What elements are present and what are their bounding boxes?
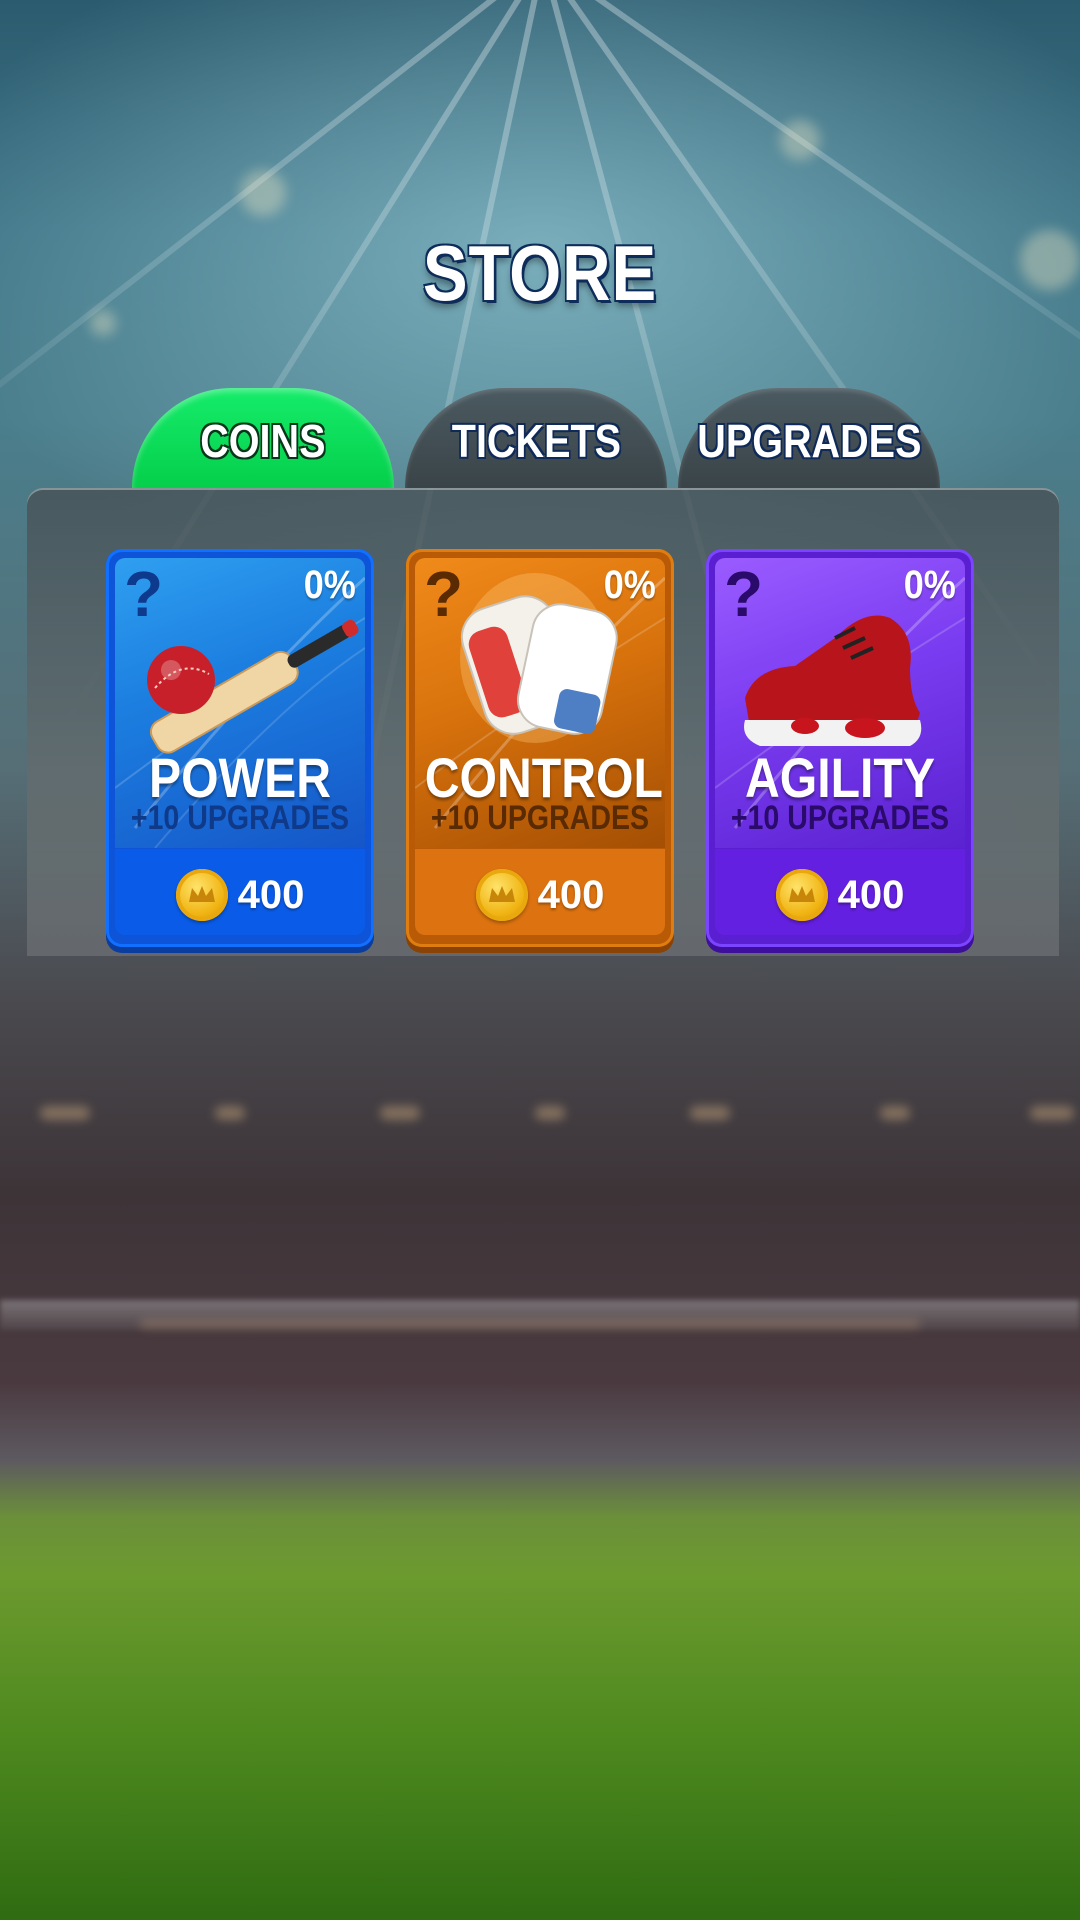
tab-label: COINS	[200, 415, 326, 467]
question-mark-icon: ?	[424, 558, 464, 630]
question-mark-icon: ?	[124, 558, 164, 630]
stadium-light	[535, 1106, 565, 1120]
upgrade-percent: 0%	[603, 563, 656, 607]
price-label: 400	[537, 872, 605, 917]
crown-icon	[788, 886, 815, 902]
crown-icon	[188, 886, 215, 902]
tab-coins[interactable]: COINS	[132, 388, 394, 488]
stadium-light	[380, 1106, 420, 1120]
bokeh-light	[240, 170, 286, 216]
bokeh-light	[1020, 230, 1080, 290]
card-subtitle: +10 UPGRADES	[130, 799, 350, 837]
price-group: 400	[775, 869, 905, 921]
price-area: 400	[106, 849, 374, 947]
card-subtitle: +10 UPGRADES	[730, 799, 950, 837]
tab-label: UPGRADES	[696, 415, 922, 467]
price-label: 400	[237, 872, 305, 917]
stadium-light	[880, 1106, 910, 1120]
bokeh-light	[780, 120, 820, 160]
page-title: STORE	[422, 229, 658, 317]
tab-upgrades[interactable]: UPGRADES	[678, 388, 940, 488]
stadium-light	[1030, 1106, 1074, 1120]
upgrade-percent: 0%	[303, 563, 356, 607]
price-area: 400	[406, 849, 674, 947]
stadium-light	[215, 1106, 245, 1120]
tab-label: TICKETS	[451, 415, 621, 467]
question-mark-icon: ?	[724, 558, 764, 630]
price-group: 400	[475, 869, 605, 921]
store-screen: STORE COINS TICKETS UPGRADES ? 0% POWER …	[0, 0, 1080, 1920]
card-subtitle: +10 UPGRADES	[430, 799, 650, 837]
stadium-light	[140, 1320, 920, 1328]
price-label: 400	[837, 872, 905, 917]
stadium-light	[40, 1106, 90, 1120]
coin-icon	[175, 869, 228, 921]
coin-icon	[475, 869, 528, 921]
coin-icon	[775, 869, 828, 921]
tab-tickets[interactable]: TICKETS	[405, 388, 667, 488]
store-card-control[interactable]: ? 0% CONTROL +10 UPGRADES 400	[406, 549, 674, 947]
price-area: 400	[706, 849, 974, 947]
store-card-power[interactable]: ? 0% POWER +10 UPGRADES 400	[106, 549, 374, 947]
upgrade-percent: 0%	[903, 563, 956, 607]
price-group: 400	[175, 869, 305, 921]
store-card-agility[interactable]: ? 0% AGILITY +10 UPGRADES 400	[706, 549, 974, 947]
crown-icon	[488, 886, 515, 902]
stadium-light	[690, 1106, 730, 1120]
